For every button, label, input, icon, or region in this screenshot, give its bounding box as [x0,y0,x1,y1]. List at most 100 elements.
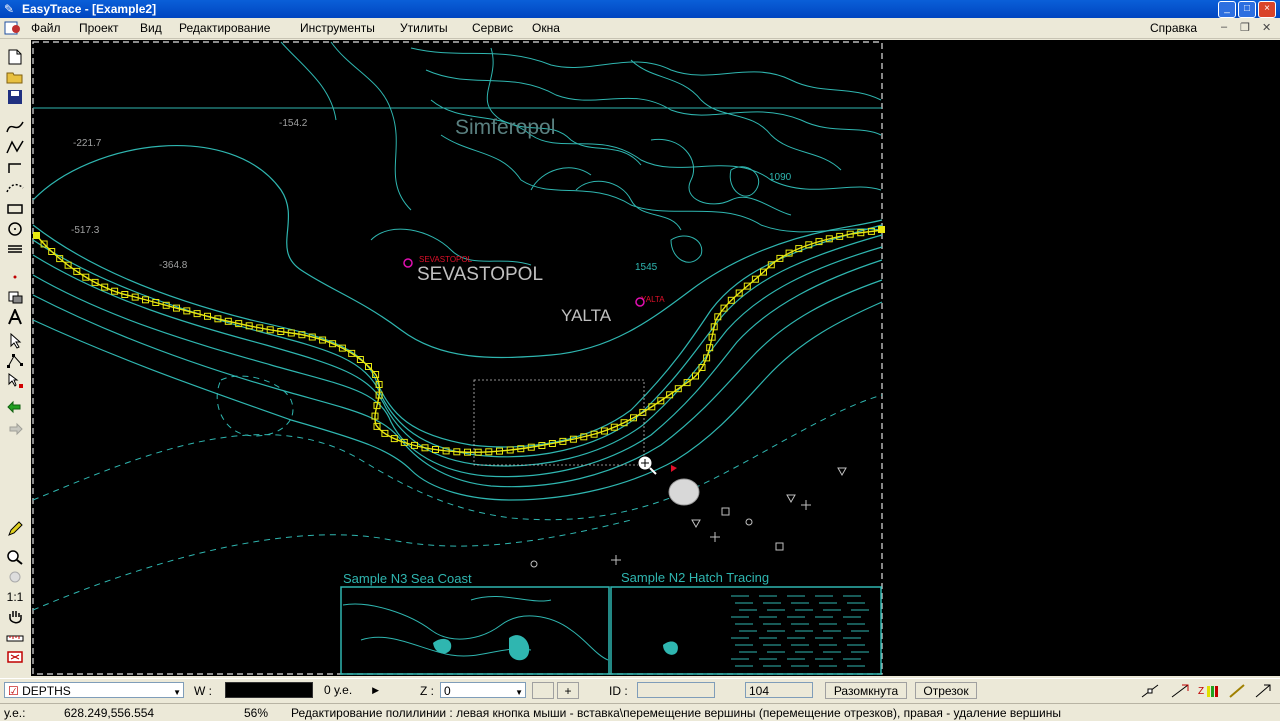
minimize-button[interactable]: _ [1218,1,1236,18]
coordinates: 628.249,556.554 [64,706,155,720]
sample-n3-label: Sample N3 Sea Coast [343,571,472,586]
text-icon[interactable] [3,308,27,326]
width-units-value: 0 у.е. [324,683,353,697]
menu-help[interactable]: Справка [1150,21,1197,35]
open-state-button[interactable]: Разомкнута [825,682,907,699]
layer-select[interactable]: ☑ DEPTHS ▼ [4,682,184,698]
menu-bar: Файл Проект Вид Редактирование Инструмен… [0,18,1280,39]
menu-windows[interactable]: Окна [532,21,560,35]
window-title: EasyTrace - [Example2] [22,2,157,16]
step-line-icon[interactable] [3,158,27,176]
id-label: ID : [609,684,628,698]
new-icon[interactable] [3,48,27,66]
sample-panels: Sample N3 Sea Coast Sample N2 Hatch Trac… [340,570,882,675]
select-nodes-icon[interactable] [3,352,27,370]
z-increment-button[interactable]: + [557,682,579,699]
point-icon[interactable] [3,268,27,286]
chevron-down-icon: ▼ [173,688,181,697]
split-tool-icon[interactable] [1170,683,1190,699]
red-marker-icon [671,465,677,472]
status-hint: Редактирование полилинии : левая кнопка … [291,706,1061,720]
circle-icon[interactable] [3,220,27,238]
map-canvas[interactable]: Simferopol SEVASTOPOL YALTA SEVASTOPOL Y… [31,40,1280,676]
z-select[interactable]: 0 ▼ [440,682,526,698]
status-bar: у.е.: 628.249,556.554 56% Редактирование… [0,703,1280,721]
title-bar: ✎ EasyTrace - [Example2] _ □ × [0,0,1280,18]
depth-label-4: -364.8 [159,260,188,271]
width-units-field[interactable]: 0 у.е. ▶ [321,682,385,698]
direction-icon[interactable] [1254,683,1274,699]
hatch-icon[interactable] [3,240,27,258]
trace-end-node[interactable] [878,226,885,233]
label-sevastopol: SEVASTOPOL [417,264,543,285]
pencil-icon[interactable] [3,520,27,538]
label-simferopol: Simferopol [455,116,555,139]
menu-file[interactable]: Файл [31,21,61,35]
menu-view[interactable]: Вид [140,21,162,35]
select-object-icon[interactable] [3,372,27,390]
sevastopol-marker [403,258,413,268]
maximize-button[interactable]: □ [1238,1,1256,18]
left-toolbar: 1:1 [0,40,32,676]
menu-edit[interactable]: Редактирование [179,21,270,35]
menu-utilities[interactable]: Утилиты [400,21,448,35]
coastline-contours [32,145,883,501]
node-tool-icon[interactable] [1140,683,1160,699]
trace-start-node[interactable] [33,232,40,239]
fit-icon[interactable] [3,648,27,666]
z-color-icon[interactable]: Z [1198,683,1220,699]
menu-tools[interactable]: Инструменты [300,21,375,35]
dotted-line-icon[interactable] [3,178,27,196]
hand-icon[interactable] [3,608,27,626]
sample-n3-frame [340,586,610,675]
svg-text:Z: Z [1198,686,1204,697]
zoom-icon[interactable] [3,548,27,566]
polyline-icon[interactable] [3,138,27,156]
pointer-icon[interactable] [3,332,27,350]
label-sevastopol-small: SEVASTOPOL [419,255,473,264]
chevron-down-icon: ▼ [515,688,523,697]
undo-icon[interactable] [3,398,27,416]
label-yalta: YALTA [561,306,612,325]
pencil-edit-icon[interactable] [1228,683,1248,699]
mdi-restore-button[interactable]: ❐ [1240,21,1250,34]
redo-icon[interactable] [3,420,27,438]
z-label: Z : [420,684,434,698]
curve-icon[interactable] [3,118,27,136]
depth-label-2: -221.7 [73,138,102,149]
layer-check-icon: ☑ [8,684,19,698]
fill-icon[interactable] [3,288,27,306]
ruler-icon[interactable] [3,628,27,646]
mdi-minimize-button[interactable]: – [1221,21,1227,33]
save-icon[interactable] [3,88,27,106]
zoom-all-icon[interactable] [3,568,27,586]
open-icon[interactable] [3,68,27,86]
map-view[interactable]: Simferopol SEVASTOPOL YALTA SEVASTOPOL Y… [31,40,1280,676]
zoom-cursor-icon [637,455,657,475]
hatch-sample [731,595,869,667]
document-icon[interactable] [4,21,22,35]
vertex-count-field: 104 [745,682,813,698]
sample-n2-label: Sample N2 Hatch Tracing [621,570,769,585]
rectangle-icon[interactable] [3,200,27,218]
units-label: у.е.: [4,706,26,720]
z-value: 0 [444,684,451,698]
mdi-close-button[interactable]: ✕ [1262,21,1271,34]
line-style-swatch[interactable] [225,682,313,698]
segment-button[interactable]: Отрезок [915,682,977,699]
depth-label-1: -154.2 [279,118,308,129]
zoom-selection-box [473,379,645,466]
id-field[interactable] [637,682,715,698]
play-icon[interactable]: ▶ [372,682,379,698]
elevation-label-1: 1545 [635,262,658,273]
app-icon: ✎ [4,2,15,16]
layer-name: DEPTHS [22,684,71,698]
land-contours [280,41,882,266]
map-labels: Simferopol SEVASTOPOL YALTA SEVASTOPOL Y… [71,116,792,325]
depth-label-3: -517.3 [71,225,100,236]
close-button[interactable]: × [1258,1,1276,18]
menu-service[interactable]: Сервис [472,21,513,35]
one-to-one-icon[interactable]: 1:1 [3,588,27,606]
z-decrement-button[interactable] [532,682,554,699]
menu-project[interactable]: Проект [79,21,119,35]
